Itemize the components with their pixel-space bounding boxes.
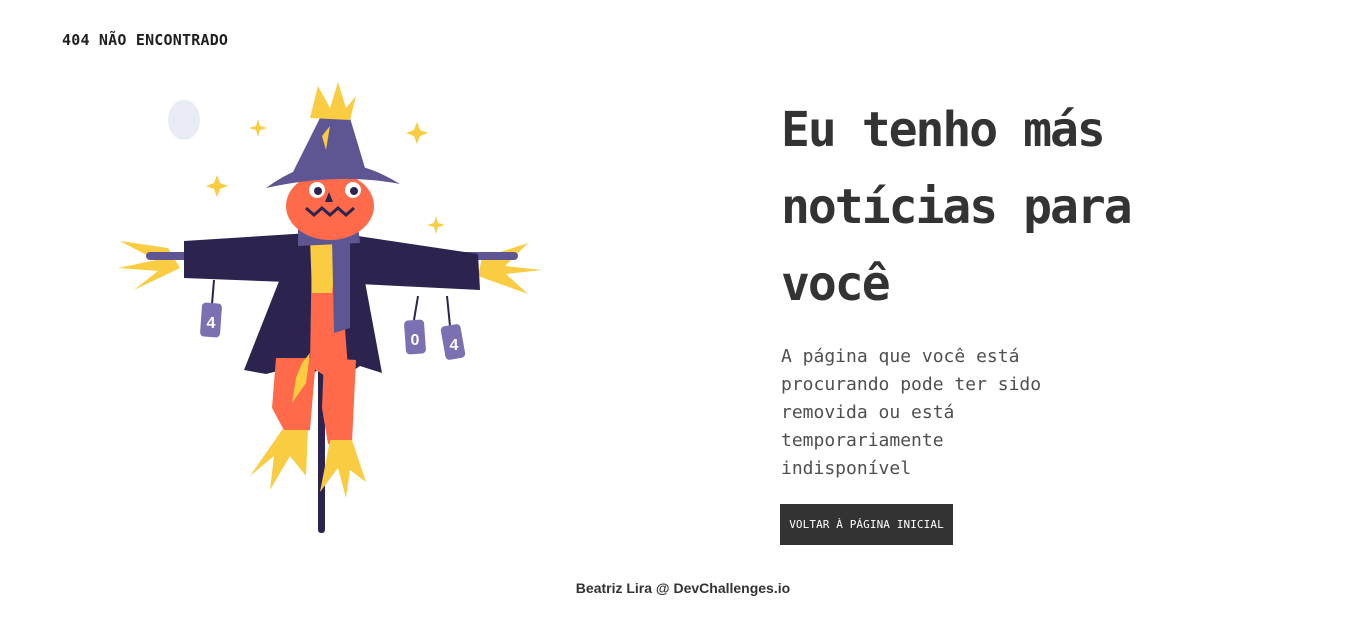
can-label: 4 (450, 337, 459, 354)
can-label: 4 (207, 315, 216, 332)
can-label: 0 (411, 332, 420, 349)
sparkle-icon (249, 119, 267, 137)
sparkle-icon (406, 122, 428, 144)
pumpkin-head-icon (286, 172, 374, 240)
back-to-home-button[interactable]: VOLTAR À PÁGINA INICIAL (780, 504, 953, 545)
sparkle-icon (427, 216, 445, 234)
footer-credit: Beatriz Lira @ DevChallenges.io (575, 580, 791, 596)
scarecrow-illustration-icon: 4 0 4 (110, 78, 550, 538)
moon-icon (168, 100, 200, 140)
sparkle-icon (206, 175, 228, 197)
page-headline: Eu tenho más notícias para você (781, 102, 1133, 312)
page-description: A página que você está procurando pode t… (781, 346, 1042, 479)
page-header-title: 404 NÃO ENCONTRADO (62, 31, 229, 49)
